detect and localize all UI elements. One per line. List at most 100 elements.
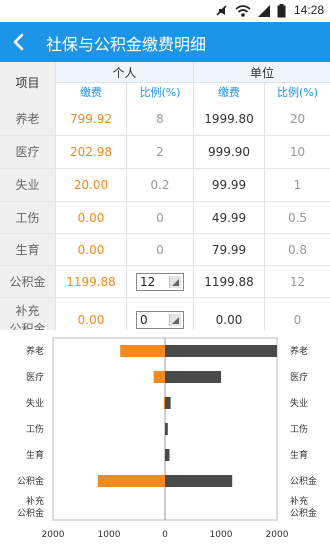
category-label-left: 生育: [26, 449, 44, 461]
status-icons: [215, 4, 286, 18]
personal-ratio-value: 0: [156, 210, 164, 225]
column-divider: [55, 169, 56, 202]
back-arrow-icon[interactable]: [8, 31, 30, 53]
column-divider: [264, 169, 265, 202]
category-label-right: 工伤: [290, 423, 308, 435]
column-divider: [264, 82, 265, 102]
personal-fee-value: 20.00: [73, 178, 109, 192]
personal-fee-value: 0.00: [77, 242, 105, 257]
company-fee-value: 79.99: [211, 242, 247, 257]
battery-icon: [277, 4, 286, 18]
column-divider: [126, 102, 127, 136]
x-tick-label: 1000: [210, 530, 233, 540]
bar-left: [120, 345, 165, 357]
category-label-left: 养老: [26, 345, 44, 357]
personal-fee-value: 799.92: [70, 111, 112, 126]
category-label-right: 养老: [290, 345, 308, 357]
item-column-header: 项目: [0, 62, 55, 102]
column-divider: [55, 102, 56, 136]
company-fee-value: 1199.88: [204, 274, 254, 289]
bar-right: [165, 449, 170, 461]
column-divider: [126, 169, 127, 202]
category-label-right: 公积金: [290, 475, 317, 487]
column-divider: [126, 202, 127, 234]
personal-ratio-value: 12: [140, 275, 156, 289]
contribution-chart: 养老 养老 医疗 医疗 失业 失业 工伤 工伤 生育 生育 公积金 公积金 补充公积金 补充公积金 2000…: [0, 330, 330, 550]
column-divider: [126, 234, 127, 266]
category-label-left: 失业: [26, 397, 44, 409]
table-header-row: 项目 个人 单位 缴费 比例(%) 缴费 比例(%): [0, 62, 330, 102]
company-fee-value: 999.90: [208, 145, 250, 159]
row-label: 生育: [0, 234, 55, 265]
column-divider: [264, 202, 265, 234]
dropdown-arrow-icon[interactable]: [169, 276, 181, 288]
column-divider: [264, 102, 265, 136]
table-row: 失业 20.00 0.2 99.99 1: [0, 169, 330, 202]
bar-right: [165, 475, 233, 487]
column-divider: [193, 202, 194, 234]
column-divider: [55, 136, 56, 169]
personal-ratio-select[interactable]: 12: [136, 273, 184, 291]
column-divider: [264, 136, 265, 169]
category-label-right: 生育: [290, 449, 308, 461]
category-label-right: 补充公积金: [290, 495, 317, 519]
company-fee-value: 1999.80: [204, 111, 254, 126]
bar-left: [153, 371, 165, 383]
personal-fee-value: 202.98: [70, 145, 112, 159]
column-divider: [193, 136, 194, 169]
company-ratio-value: 20: [289, 111, 306, 126]
column-divider: [264, 234, 265, 266]
x-tick-label: 1000: [98, 530, 121, 540]
company-fee-header: 缴费: [194, 82, 264, 102]
status-bar: 14:28: [0, 0, 330, 22]
chart-svg: 养老 养老医疗 医疗失业 失业工伤 工伤生育 生育公积金 公积金补充公积金 补充公积金 2000…: [17, 337, 317, 540]
personal-fee-header: 缴费: [56, 82, 126, 102]
table-row: 工伤 0.00 0 49.99 0.5: [0, 202, 330, 234]
column-divider: [264, 266, 265, 298]
personal-ratio-header: 比例(%): [127, 82, 193, 102]
x-tick-label: 0: [162, 530, 168, 540]
page-title: 社保与公积金缴费明细: [46, 35, 207, 54]
company-fee-value: 99.99: [211, 178, 247, 192]
x-tick-label: 2000: [266, 530, 289, 540]
company-ratio-value: 0.5: [287, 210, 308, 225]
row-label: 失业: [0, 169, 55, 201]
column-divider: [55, 202, 56, 234]
category-label-left: 补充公积金: [17, 495, 44, 519]
title-bar: 社保与公积金缴费明细: [0, 22, 330, 62]
personal-fee-value: 0.00: [77, 210, 105, 225]
personal-ratio-select[interactable]: 0: [136, 311, 184, 329]
table-row: 公积金 1199.88 12 1199.88 12: [0, 266, 330, 298]
mute-icon: [216, 5, 227, 16]
personal-ratio-value: 0: [140, 313, 148, 327]
column-divider: [193, 266, 194, 298]
company-group-header: 单位: [194, 62, 330, 82]
bar-right: [165, 423, 168, 435]
company-ratio-header: 比例(%): [265, 82, 330, 102]
company-ratio-value: 0.8: [287, 242, 308, 257]
dropdown-arrow-icon[interactable]: [169, 314, 181, 326]
table-row: 生育 0.00 0 79.99 0.8: [0, 234, 330, 266]
category-label-right: 医疗: [290, 371, 308, 383]
category-label-left: 工伤: [26, 423, 44, 435]
personal-ratio-value: 8: [156, 111, 164, 126]
status-time: 14:28: [293, 3, 324, 17]
company-fee-value: 49.99: [211, 210, 247, 225]
personal-fee-value: 1199.88: [66, 274, 116, 289]
column-divider: [193, 234, 194, 266]
column-divider: [193, 102, 194, 136]
column-divider: [126, 266, 127, 298]
x-tick-label: 2000: [42, 530, 65, 540]
category-label-right: 失业: [290, 397, 308, 409]
personal-ratio-value: 0: [156, 242, 164, 257]
signal-icon: [258, 5, 270, 17]
bar-right: [165, 345, 277, 357]
company-ratio-value: 10: [289, 145, 306, 159]
company-ratio-value: 12: [289, 274, 306, 289]
personal-ratio-value: 2: [156, 145, 164, 159]
company-ratio-value: 1: [293, 178, 302, 192]
column-divider: [55, 234, 56, 266]
table-row: 医疗 202.98 2 999.90 10: [0, 136, 330, 169]
header-divider: [56, 82, 330, 83]
bar-left: [97, 475, 165, 487]
